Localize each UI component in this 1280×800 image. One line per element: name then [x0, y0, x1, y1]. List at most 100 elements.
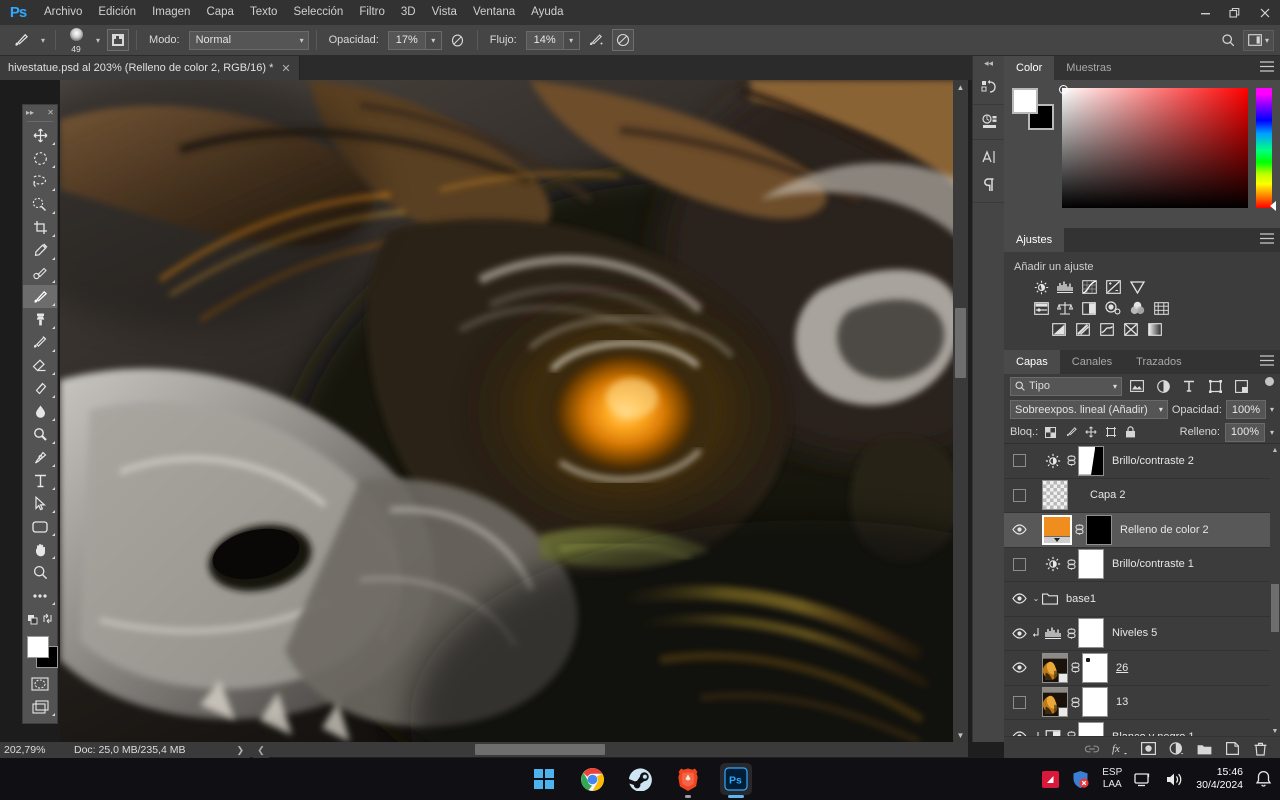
- scroll-down-icon[interactable]: ▼: [953, 728, 968, 742]
- panel-menu-icon[interactable]: [1260, 61, 1274, 74]
- layer-blend-mode-select[interactable]: Sobreexpos. lineal (Añadir) ▾: [1010, 400, 1168, 419]
- mask-link-icon[interactable]: [1072, 523, 1086, 536]
- layer-name[interactable]: Niveles 5: [1104, 627, 1157, 639]
- selective-color-adjustment-icon[interactable]: [1122, 321, 1140, 337]
- smoothing-options-icon[interactable]: [611, 29, 634, 51]
- layer-mask-thumbnail[interactable]: [1078, 618, 1104, 649]
- flow-slider-chevron[interactable]: ▾: [563, 30, 580, 50]
- layer-mask-thumbnail[interactable]: [1078, 721, 1104, 736]
- layer-visibility-toggle[interactable]: [1008, 582, 1030, 616]
- lasso-tool[interactable]: [23, 170, 57, 193]
- menu-item-ventana[interactable]: Ventana: [465, 0, 523, 25]
- filter-smart-object-icon[interactable]: [1230, 376, 1252, 396]
- hue-slider[interactable]: [1256, 88, 1276, 211]
- type-tool[interactable]: [23, 469, 57, 492]
- chevron-down-icon[interactable]: ▾: [93, 36, 103, 45]
- layer-name[interactable]: 13: [1108, 696, 1128, 708]
- foreground-color-swatch[interactable]: [27, 636, 49, 658]
- language-indicator[interactable]: ESP LAA: [1102, 767, 1122, 791]
- new-layer-button[interactable]: [1224, 740, 1240, 758]
- steam-taskbar-icon[interactable]: [624, 763, 656, 795]
- minimize-button[interactable]: [1190, 0, 1220, 25]
- layer-filter-type-select[interactable]: Tipo ▾: [1010, 376, 1122, 396]
- lock-artboard-icon[interactable]: [1103, 424, 1118, 440]
- screen-mode-button[interactable]: [23, 695, 57, 718]
- canvas-area[interactable]: [0, 80, 968, 742]
- group-disclosure-triangle[interactable]: ⌄: [1030, 594, 1042, 603]
- layer-row[interactable]: 13: [1004, 686, 1280, 720]
- collapse-panel-icon[interactable]: ▸▸: [26, 108, 34, 117]
- fill-chevron-icon[interactable]: ▾: [1270, 428, 1274, 437]
- windows-start-button[interactable]: [528, 763, 560, 795]
- shape-tool[interactable]: [23, 515, 57, 538]
- menu-item-archivo[interactable]: Archivo: [36, 0, 90, 25]
- paragraph-panel-icon[interactable]: [973, 171, 1005, 199]
- menu-item-edici-n[interactable]: Edición: [90, 0, 144, 25]
- windows-security-icon[interactable]: [1071, 770, 1090, 789]
- actions-panel-icon[interactable]: [973, 108, 1005, 136]
- link-layers-button[interactable]: [1084, 740, 1100, 758]
- tray-app-icon[interactable]: [1042, 770, 1060, 788]
- menu-item-vista[interactable]: Vista: [424, 0, 465, 25]
- pressure-opacity-icon[interactable]: [446, 28, 470, 52]
- hue-saturation-adjustment-icon[interactable]: [1032, 300, 1050, 316]
- quick-selection-tool[interactable]: [23, 193, 57, 216]
- new-adjustment-layer-button[interactable]: [1168, 740, 1184, 758]
- default-colors-and-swap[interactable]: [23, 607, 57, 630]
- mask-link-icon[interactable]: [1064, 454, 1078, 467]
- panel-menu-icon[interactable]: [1260, 355, 1274, 368]
- layer-filter-enable-toggle[interactable]: [1264, 377, 1274, 395]
- layer-visibility-toggle[interactable]: [1008, 444, 1030, 478]
- exposure-adjustment-icon[interactable]: [1104, 279, 1122, 295]
- filter-pixel-icon[interactable]: [1126, 376, 1148, 396]
- gradient-map-adjustment-icon[interactable]: [1146, 321, 1164, 337]
- color-balance-adjustment-icon[interactable]: [1056, 300, 1074, 316]
- layer-visibility-toggle[interactable]: [1008, 651, 1030, 685]
- history-panel-icon[interactable]: [973, 73, 1005, 101]
- close-icon[interactable]: ✕: [47, 108, 54, 117]
- scroll-down-icon[interactable]: ▼: [1271, 726, 1279, 736]
- layer-mask-thumbnail[interactable]: [1086, 514, 1112, 545]
- color-panel-swatches[interactable]: [1012, 88, 1054, 130]
- vibrance-adjustment-icon[interactable]: [1128, 279, 1146, 295]
- panel-menu-icon[interactable]: [1260, 233, 1274, 246]
- move-tool[interactable]: [23, 124, 57, 147]
- menu-item-3d[interactable]: 3D: [393, 0, 424, 25]
- tab-trazados[interactable]: Trazados: [1124, 350, 1193, 374]
- layer-row[interactable]: Brillo/contraste 2: [1004, 444, 1280, 479]
- quick-mask-button[interactable]: [23, 672, 57, 695]
- new-group-button[interactable]: [1196, 740, 1212, 758]
- airbrush-icon[interactable]: [584, 28, 608, 52]
- expand-panels-icon[interactable]: ◂◂: [973, 56, 1004, 70]
- layer-name[interactable]: Relleno de color 2: [1112, 524, 1209, 536]
- menu-item-filtro[interactable]: Filtro: [351, 0, 393, 25]
- layer-thumbnail[interactable]: [1042, 514, 1072, 545]
- layer-mask-thumbnail[interactable]: [1078, 445, 1104, 476]
- layer-list-scrollbar[interactable]: ▲ ▼: [1270, 444, 1280, 736]
- mask-link-icon[interactable]: [1068, 696, 1082, 709]
- brightness-contrast-adjustment-icon[interactable]: [1032, 279, 1050, 295]
- channel-mixer-adjustment-icon[interactable]: [1128, 300, 1146, 316]
- filter-type-icon[interactable]: [1178, 376, 1200, 396]
- lock-transparency-icon[interactable]: [1043, 424, 1058, 440]
- color-spectrum-field[interactable]: [1059, 85, 1248, 208]
- invert-adjustment-icon[interactable]: [1050, 321, 1068, 337]
- layer-list[interactable]: Brillo/contraste 2 Capa 2 Relleno de color…: [1004, 443, 1280, 736]
- dodge-tool[interactable]: [23, 423, 57, 446]
- volume-icon[interactable]: [1165, 771, 1184, 788]
- layer-visibility-toggle[interactable]: [1008, 547, 1030, 581]
- layer-visibility-toggle[interactable]: [1008, 478, 1030, 512]
- hand-tool[interactable]: [23, 538, 57, 561]
- marquee-tool[interactable]: [23, 147, 57, 170]
- status-expand-icon[interactable]: ❯: [236, 745, 250, 756]
- edit-toolbar-button[interactable]: [23, 584, 57, 607]
- color-spectrum-marker[interactable]: [1059, 85, 1068, 94]
- layer-visibility-toggle[interactable]: [1008, 513, 1030, 547]
- layer-row[interactable]: Niveles 5: [1004, 617, 1280, 651]
- layer-name[interactable]: Capa 2: [1082, 489, 1125, 501]
- tab-canales[interactable]: Canales: [1060, 350, 1124, 374]
- blur-tool[interactable]: [23, 400, 57, 423]
- brush-tool[interactable]: [23, 285, 57, 308]
- brush-settings-panel-icon[interactable]: [107, 29, 130, 51]
- lock-all-icon[interactable]: [1123, 424, 1138, 440]
